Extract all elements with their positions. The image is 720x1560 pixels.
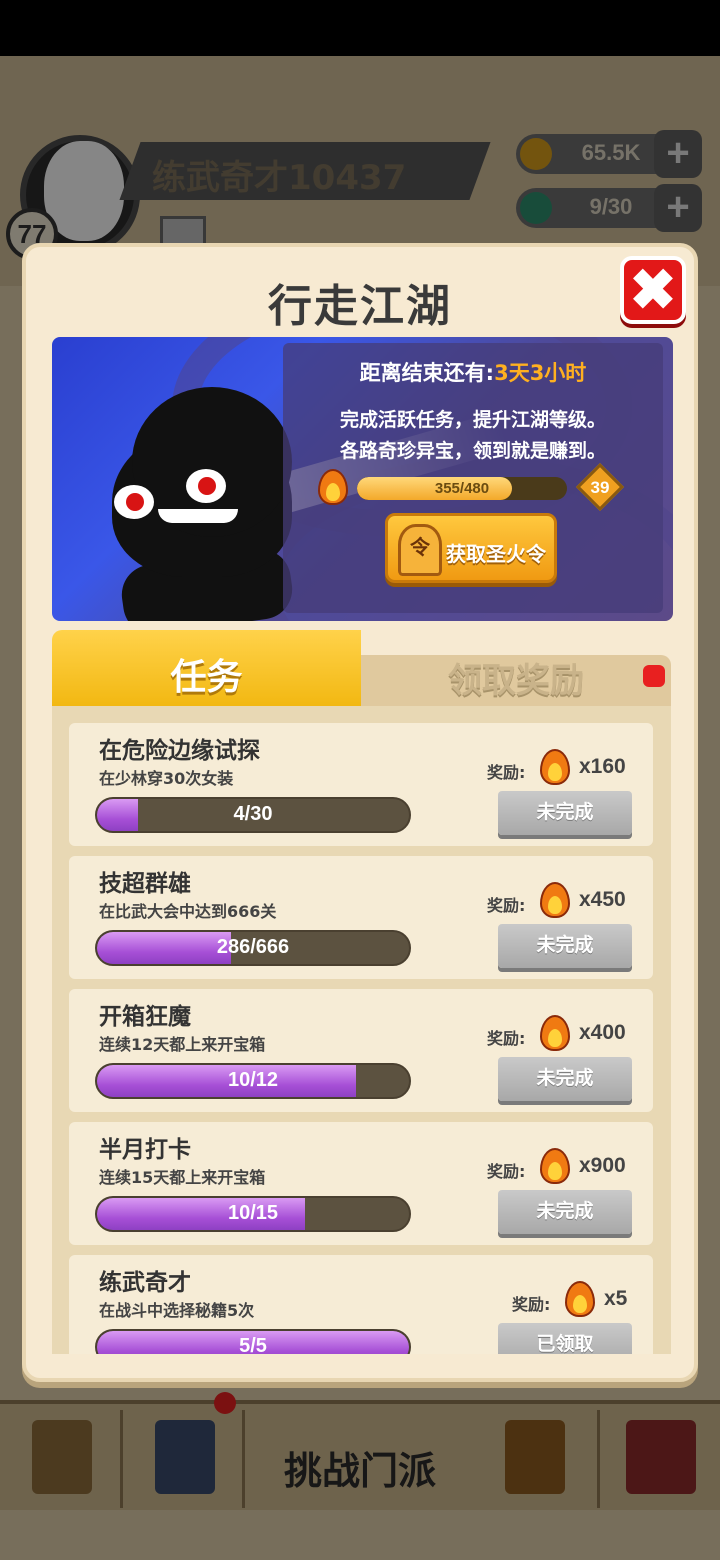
reward-amount: x900 xyxy=(579,1154,626,1177)
task-description: 连续12天都上来开宝箱 xyxy=(99,1035,266,1054)
reward-label: 奖励: xyxy=(487,1162,526,1181)
task-progress-text: 5/5 xyxy=(239,1335,267,1354)
task-card: 技超群雄在比武大会中达到666关 286/666 奖励: x450 未完成 xyxy=(69,856,653,979)
task-card: 在危险边缘试探在少林穿30次女装 4/30 奖励: x160 未完成 xyxy=(69,723,653,846)
task-progress-text: 10/12 xyxy=(227,1069,279,1091)
task-status-button[interactable]: 未完成 xyxy=(498,1190,632,1234)
task-description: 在比武大会中达到666关 xyxy=(99,902,277,921)
fire-icon xyxy=(540,1148,570,1184)
task-status-label: 未完成 xyxy=(536,801,594,823)
reward-amount: x400 xyxy=(579,1021,626,1044)
task-status-label: 已领取 xyxy=(536,1333,594,1354)
task-card: 练武奇才在战斗中选择秘籍5次 5/5 奖励: x5 已领取 xyxy=(69,1255,653,1354)
tab-tasks-label: 任务 xyxy=(170,657,243,698)
reward-label: 奖励: xyxy=(487,896,526,915)
tab-rewards-label: 领取奖励 xyxy=(448,661,584,701)
reward-label: 奖励: xyxy=(487,1029,526,1048)
task-list[interactable]: 在危险边缘试探 在少林穿30次女装 4/30 奖励: x160 未完成 技超群雄 在比武大会中… xyxy=(52,706,671,1354)
task-description: 在战斗中选择秘籍5次 xyxy=(99,1301,255,1320)
reward-amount: x5 xyxy=(604,1287,628,1310)
reward-amount: x450 xyxy=(579,888,626,911)
get-token-button[interactable]: 令 获取圣火令 xyxy=(385,513,557,583)
task-progress-text: 286/666 xyxy=(216,936,290,958)
fire-icon xyxy=(318,469,348,505)
task-title: 技超群雄 xyxy=(99,871,191,897)
task-progress-text: 4/30 xyxy=(233,803,273,825)
countdown-value: 3天3小时 xyxy=(494,361,587,385)
task-title: 半月打卡 xyxy=(99,1137,191,1163)
task-status-label: 未完成 xyxy=(536,934,594,956)
fire-icon xyxy=(540,749,570,785)
task-progress-text: 10/15 xyxy=(227,1202,279,1224)
task-title: 开箱狂魔 xyxy=(99,1004,191,1030)
countdown: 距离结束还有:3天3小时 xyxy=(283,357,663,387)
task-status-button[interactable]: 未完成 xyxy=(498,924,632,968)
modal-title: 行走江湖 xyxy=(268,281,452,332)
banner-description-line2: 各路奇珍异宝，领到就是赚到。 xyxy=(339,440,606,462)
fire-icon xyxy=(565,1281,595,1317)
task-description: 连续15天都上来开宝箱 xyxy=(99,1168,266,1187)
event-level: 39 xyxy=(590,478,610,497)
reward-amount: x160 xyxy=(579,755,626,778)
task-status-button[interactable]: 未完成 xyxy=(498,791,632,835)
status-bar xyxy=(0,0,720,56)
countdown-prefix: 距离结束还有: xyxy=(359,361,495,385)
task-status-label: 未完成 xyxy=(536,1067,594,1089)
task-description: 在少林穿30次女装 xyxy=(99,769,234,788)
ninja-eye-icon xyxy=(186,469,226,503)
task-title: 在危险边缘试探 xyxy=(99,738,260,764)
xp-progress-text: 355/480 xyxy=(434,480,490,497)
task-status-button[interactable]: 已领取 xyxy=(498,1323,632,1354)
task-status-label: 未完成 xyxy=(536,1200,594,1222)
ninja-eye-icon xyxy=(114,485,154,519)
rewards-notification-dot xyxy=(643,665,665,687)
fire-icon xyxy=(540,882,570,918)
get-token-label: 获取圣火令 xyxy=(446,542,546,566)
fire-icon xyxy=(540,1015,570,1051)
task-card: 开箱狂魔连续12天都上来开宝箱 10/12 奖励: x400 未完成 xyxy=(69,989,653,1112)
task-status-button[interactable]: 未完成 xyxy=(498,1057,632,1101)
screen: 77 练武奇才10437 65.5K + 9/30 + 挑战门派 行走江湖 ✖ xyxy=(0,0,720,1560)
reward-label: 奖励: xyxy=(487,763,526,782)
task-card: 半月打卡连续15天都上来开宝箱 10/15 奖励: x900 未完成 xyxy=(69,1122,653,1245)
close-x-icon: ✖ xyxy=(629,258,677,321)
ninja-mouth xyxy=(158,509,238,523)
token-icon: 令 xyxy=(398,524,442,576)
reward-label: 奖励: xyxy=(512,1295,551,1314)
banner-description-line1: 完成活跃任务，提升江湖等级。 xyxy=(339,409,606,431)
close-button[interactable]: ✖ xyxy=(620,256,686,324)
task-title: 练武奇才 xyxy=(99,1270,191,1296)
